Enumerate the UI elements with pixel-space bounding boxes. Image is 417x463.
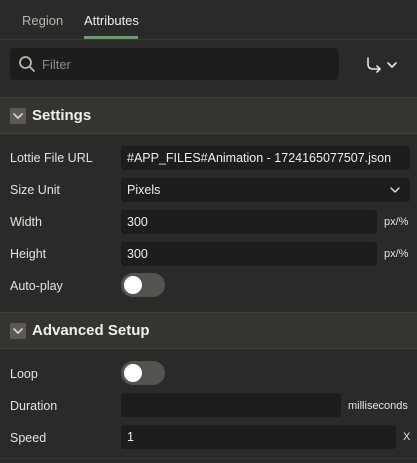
filter-bar	[0, 41, 417, 91]
lottie-file-url-value: #APP_FILES#Animation - 1724165077507.jso…	[127, 151, 392, 165]
advanced-section-header[interactable]: Advanced Setup	[0, 312, 417, 349]
settings-section-title: Settings	[32, 107, 92, 124]
lottie-file-url-label: Lottie File URL	[10, 151, 93, 165]
search-icon	[19, 56, 35, 72]
height-value: 300	[127, 247, 148, 261]
chevron-down-icon	[13, 328, 23, 334]
loop-toggle-knob	[124, 364, 142, 382]
panel-bottom-edge	[0, 458, 417, 463]
width-value: 300	[127, 215, 148, 229]
loop-toggle[interactable]	[121, 361, 165, 385]
autoplay-label: Auto-play	[10, 279, 63, 293]
tab-bar: Region Attributes	[0, 0, 417, 40]
width-unit: px/%	[384, 216, 409, 228]
speed-unit: X	[403, 431, 411, 443]
width-label: Width	[10, 215, 42, 229]
tab-attributes[interactable]: Attributes	[84, 13, 139, 28]
height-label: Height	[10, 247, 47, 261]
height-unit: px/%	[384, 248, 409, 260]
height-field[interactable]: 300	[121, 242, 377, 266]
loop-label: Loop	[10, 367, 38, 381]
size-unit-value: Pixels	[127, 183, 161, 197]
speed-label: Speed	[10, 431, 47, 445]
tab-region[interactable]: Region	[22, 13, 63, 28]
filter-input[interactable]	[42, 48, 332, 80]
speed-field[interactable]: 1	[121, 425, 396, 449]
advanced-collapse-toggle[interactable]	[10, 323, 26, 339]
size-unit-label: Size Unit	[10, 183, 61, 197]
autoplay-toggle[interactable]	[121, 273, 165, 297]
lottie-file-url-field[interactable]: #APP_FILES#Animation - 1724165077507.jso…	[121, 146, 410, 170]
settings-section-header[interactable]: Settings	[0, 97, 417, 134]
go-to-group-icon[interactable]	[362, 54, 402, 76]
settings-collapse-toggle[interactable]	[10, 108, 26, 124]
autoplay-toggle-knob	[124, 276, 142, 294]
size-unit-select[interactable]: Pixels	[121, 178, 410, 202]
duration-field[interactable]	[121, 393, 341, 417]
advanced-section-title: Advanced Setup	[32, 322, 150, 339]
speed-value: 1	[127, 430, 134, 444]
duration-unit: milliseconds	[348, 400, 408, 412]
chevron-down-icon	[13, 113, 23, 119]
active-tab-indicator	[84, 36, 138, 39]
width-field[interactable]: 300	[121, 210, 377, 234]
duration-label: Duration	[10, 399, 58, 413]
chevron-down-icon	[390, 187, 400, 193]
filter-box	[10, 48, 339, 80]
